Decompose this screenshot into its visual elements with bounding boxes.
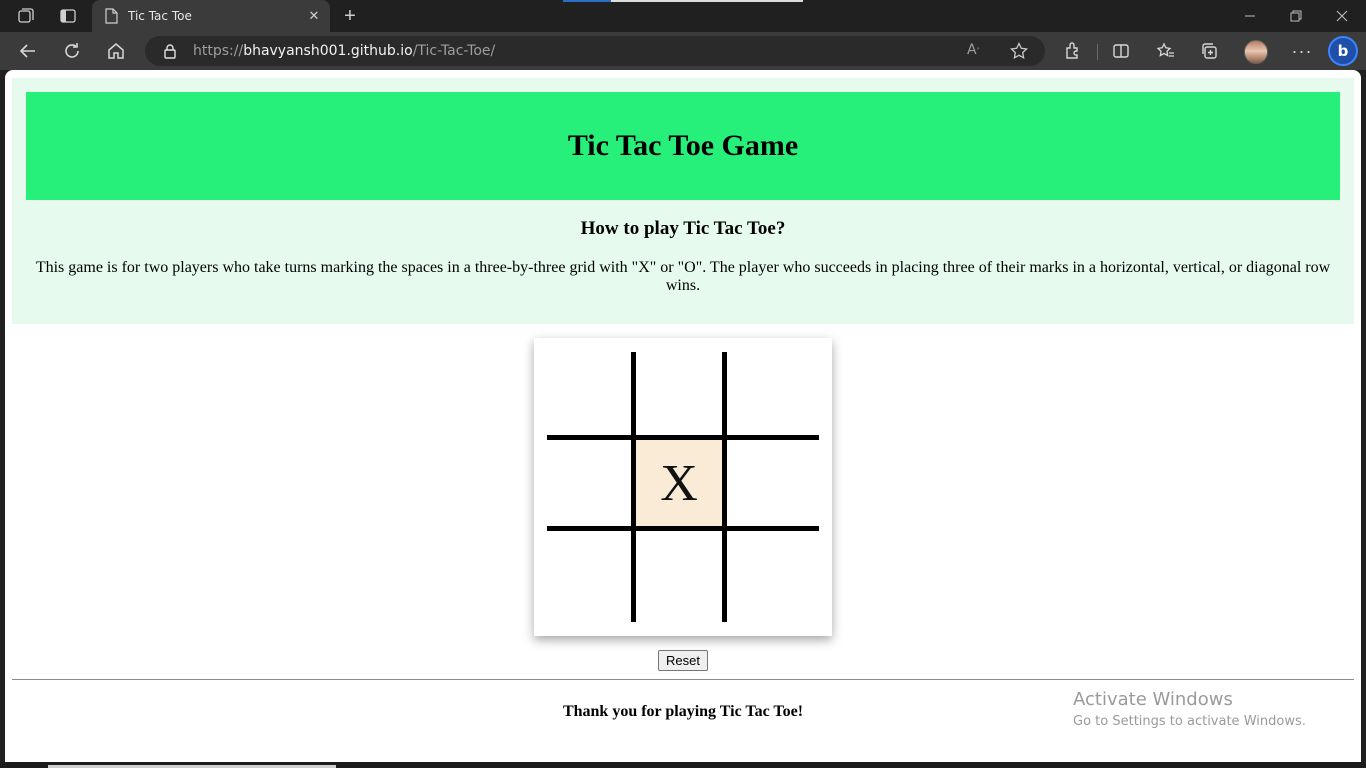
watermark-line2: Go to Settings to activate Windows. [1073,714,1306,729]
more-options-icon[interactable]: ··· [1288,38,1316,64]
tab-actions-icon[interactable] [54,4,82,28]
home-icon[interactable] [102,38,130,64]
collections-icon[interactable] [1196,38,1224,64]
url-path: /Tic-Tac-Toe/ [412,43,496,59]
how-to-heading: How to play Tic Tac Toe? [580,218,786,239]
copilot-letter: b [1337,42,1349,60]
board-cell[interactable] [727,531,819,622]
url-host: bhavyansh001.github.io [243,43,413,59]
tab-title: Tic Tac Toe [128,9,192,23]
browser-toolbar: https://bhavyansh001.github.io/Tic-Tac-T… [0,32,1366,70]
back-icon[interactable] [14,38,42,64]
reset-button[interactable]: Reset [658,650,708,671]
favorite-star-icon[interactable] [1010,42,1028,60]
split-screen-icon[interactable] [1107,38,1135,64]
board-cell[interactable] [547,531,636,622]
copilot-icon[interactable]: b [1328,36,1358,66]
board-grid: X [547,352,819,622]
divider [12,679,1354,680]
game-board: X [534,338,832,636]
game-description: This game is for two players who take tu… [35,259,1331,294]
favorites-icon[interactable] [1152,38,1180,64]
window-snap-indicator [563,0,803,2]
board-cell[interactable] [636,352,727,440]
new-tab-icon[interactable]: + [338,4,362,28]
close-tab-icon[interactable]: ✕ [304,6,324,26]
board-cell[interactable] [547,440,636,531]
url-text: https://bhavyansh001.github.io/Tic-Tac-T… [193,43,495,59]
tab-active[interactable]: Tic Tac Toe ✕ [92,0,330,32]
board-cell[interactable] [636,531,727,622]
read-aloud-icon[interactable]: Aʼ [967,42,979,58]
profile-avatar[interactable] [1244,40,1268,64]
watermark-line1: Activate Windows [1073,689,1233,710]
page-title: Tic Tac Toe Game [567,129,799,162]
toolbar-divider [1097,44,1098,60]
page-icon [105,8,118,24]
refresh-icon[interactable] [58,38,86,64]
title-banner: Tic Tac Toe Game [26,92,1340,200]
restore-icon[interactable] [1280,4,1312,28]
taskbar [0,762,1366,768]
lock-icon[interactable] [163,43,177,59]
board-cell[interactable] [547,352,636,440]
minimize-icon[interactable] [1234,4,1266,28]
url-scheme: https:// [193,43,244,59]
address-bar[interactable]: https://bhavyansh001.github.io/Tic-Tac-T… [145,36,1045,66]
activation-watermark: Activate Windows Go to Settings to activ… [1073,689,1306,729]
board-cell[interactable]: X [636,440,727,531]
page-viewport: Tic Tac Toe Game How to play Tic Tac Toe… [5,70,1361,762]
workspaces-icon[interactable] [12,4,40,28]
board-cell[interactable] [727,440,819,531]
close-window-icon[interactable] [1326,4,1358,28]
browser-title-bar: Tic Tac Toe ✕ + [0,0,1366,32]
extensions-icon[interactable] [1059,38,1087,64]
board-cell[interactable] [727,352,819,440]
intro-section: Tic Tac Toe Game How to play Tic Tac Toe… [12,78,1354,324]
